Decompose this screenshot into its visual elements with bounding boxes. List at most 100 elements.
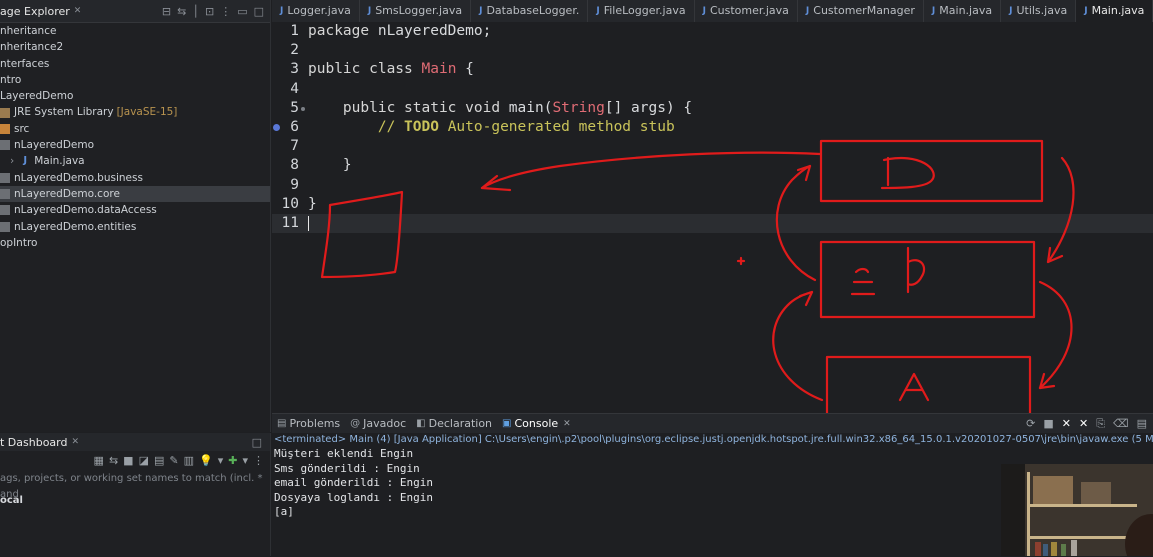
minimize-icon[interactable]: ▭ <box>237 5 247 18</box>
tree-item[interactable]: ntro <box>0 72 270 88</box>
collapse-all-icon[interactable]: ⊟ <box>162 5 171 18</box>
stop-icon[interactable]: ■ <box>123 454 133 467</box>
hierarchy-icon[interactable]: ▥ <box>184 454 194 467</box>
tree-item[interactable]: src <box>0 121 270 137</box>
tree-item[interactable]: opIntro <box>0 235 270 251</box>
list-icon[interactable]: ▤ <box>154 454 164 467</box>
console-tab[interactable]: @ Javadoc <box>345 417 411 430</box>
tree-item[interactable]: nLayeredDemo.core <box>0 185 270 203</box>
close-icon[interactable]: ✕ <box>563 419 571 429</box>
tree-item[interactable]: nLayeredDemo.business <box>0 170 270 186</box>
terminate-icon[interactable]: ■ <box>1043 417 1053 431</box>
editor-tab[interactable]: J DatabaseLogger. <box>471 0 589 22</box>
editor-tab-bar: J Logger.java J SmsLogger.java J DatabaseLogg… <box>272 0 1153 24</box>
tree-item[interactable]: nLayeredDemo <box>0 137 270 153</box>
code-token: public static void <box>342 99 509 116</box>
new-task-icon[interactable]: ▦ <box>94 454 104 467</box>
package-explorer-header: age Explorer ✕ ⊟ ⇆ │ ⊡ ⋮ ▭ □ <box>0 0 270 23</box>
code-line[interactable]: 6 // TODO Auto-generated method stub <box>272 118 1153 137</box>
tree-item-label: nheritance2 <box>0 41 64 54</box>
code-token: main( <box>508 99 553 116</box>
code-text: } <box>308 195 317 214</box>
problems-icon: ▤ <box>277 418 287 429</box>
code-token: package <box>308 23 378 39</box>
add-icon[interactable]: ✚ <box>228 454 237 467</box>
code-line[interactable]: 3 public class Main { <box>272 60 1153 79</box>
chevron-down-icon[interactable]: ▾ <box>218 454 224 467</box>
chevron-down-icon[interactable]: ▾ <box>242 454 248 467</box>
focus-icon[interactable]: ⊡ <box>205 5 214 18</box>
editor-tab[interactable]: J CustomerManager <box>798 0 924 22</box>
edit-icon[interactable]: ✎ <box>169 454 178 467</box>
code-line[interactable]: 10} <box>272 195 1153 214</box>
console-toolbar: ⟳ ■ ✕ ✕ ⎘ ⌫ ▤ <box>1026 417 1153 431</box>
tree-item[interactable]: › J Main.java <box>0 153 270 169</box>
editor-tab[interactable]: J Utils.java <box>1001 0 1077 22</box>
view-menu-icon[interactable]: ⋮ <box>253 454 264 467</box>
editor-tab[interactable]: J Main.java <box>924 0 1002 22</box>
remove-launch-icon[interactable]: ✕ <box>1062 417 1071 431</box>
code-editor[interactable]: 1 package nLayeredDemo; 2 3 public class Mai… <box>272 22 1153 410</box>
line-number: 4 <box>290 80 299 97</box>
view-menu-icon[interactable]: ⋮ <box>220 5 231 18</box>
tree-item-label: JRE System Library <box>14 106 114 119</box>
console-tab-label: Declaration <box>428 417 493 430</box>
code-line[interactable]: 4 <box>272 80 1153 99</box>
tree-item[interactable]: LayeredDemo <box>0 88 270 104</box>
code-text: package nLayeredDemo; <box>308 22 491 41</box>
webcam-image <box>1001 464 1153 556</box>
editor-tab[interactable]: J FileLogger.java <box>588 0 695 22</box>
editor-tab[interactable]: J Logger.java <box>272 0 360 22</box>
tree-item[interactable]: nheritance <box>0 23 270 39</box>
tree-item-label: nheritance <box>0 25 57 37</box>
maximize-icon[interactable]: □ <box>252 436 270 449</box>
close-icon[interactable]: ✕ <box>72 437 80 447</box>
code-token: Main <box>421 61 457 78</box>
code-line[interactable]: 2 <box>272 41 1153 60</box>
tree-item[interactable]: JRE System Library [JavaSE-15] <box>0 104 270 120</box>
editor-tab[interactable]: J Customer.java <box>695 0 798 22</box>
java-file-icon: J <box>805 6 810 16</box>
maximize-icon[interactable]: □ <box>254 5 264 18</box>
code-line[interactable]: 1 package nLayeredDemo; <box>272 22 1153 41</box>
package-explorer-panel: age Explorer ✕ ⊟ ⇆ │ ⊡ ⋮ ▭ □ nheritance n… <box>0 0 271 432</box>
editor-tab[interactable]: J Main.java <box>1076 0 1153 24</box>
console-tab[interactable]: ▣ Console ✕ <box>497 417 576 430</box>
code-line[interactable]: 8 } <box>272 156 1153 175</box>
refresh-icon[interactable]: ⟳ <box>1026 417 1035 431</box>
line-number: 3 <box>290 61 299 78</box>
editor-tab[interactable]: J SmsLogger.java <box>360 0 472 22</box>
tree-item[interactable]: nheritance2 <box>0 39 270 55</box>
console-tab[interactable]: ▤ Problems <box>272 417 345 430</box>
code-line[interactable]: 9 <box>272 176 1153 195</box>
tree-item[interactable]: nLayeredDemo.dataAccess <box>0 202 270 218</box>
chevron-right-icon[interactable]: › <box>10 153 14 169</box>
code-line[interactable]: 7 <box>272 137 1153 156</box>
remove-all-icon[interactable]: ✕ <box>1079 417 1088 431</box>
copy-icon[interactable]: ⎘ <box>1096 417 1105 431</box>
code-line[interactable]: 11 <box>272 214 1153 233</box>
link-editor-icon[interactable]: ⇆ <box>177 5 186 18</box>
schedule-icon[interactable]: ◪ <box>139 454 149 467</box>
tree-item-label: ntro <box>0 73 22 86</box>
fold-marker-icon[interactable] <box>301 106 305 111</box>
editor-tab-label: Main.java <box>1091 4 1145 17</box>
sync-icon[interactable]: ⇆ <box>109 454 118 467</box>
console-tab-label: Console <box>514 417 559 430</box>
tree-item[interactable]: nLayeredDemo.entities <box>0 219 270 235</box>
tree-item-label: nterfaces <box>0 57 50 70</box>
clear-console-icon[interactable]: ⌫ <box>1113 417 1129 431</box>
console-tab[interactable]: ◧ Declaration <box>411 417 497 430</box>
dashboard-toolbar: ▦ ⇆ ■ ◪ ▤ ✎ ▥ 💡 ▾ ✚ ▾ ⋮ <box>0 451 270 469</box>
dashboard-filter-input[interactable]: ags, projects, or working set names to m… <box>0 471 270 500</box>
close-icon[interactable]: ✕ <box>74 6 82 16</box>
lightbulb-icon[interactable]: 💡 <box>199 454 213 467</box>
library-version-tag: [JavaSE-15] <box>116 106 178 119</box>
code-token: public class <box>308 61 422 78</box>
webcam-overlay <box>1001 464 1153 556</box>
code-line[interactable]: 5 public static void main(String[] args)… <box>272 99 1153 118</box>
lock-icon[interactable]: ▤ <box>1137 417 1147 431</box>
tree-item[interactable]: nterfaces <box>0 56 270 72</box>
code-token: Auto-generated method stub <box>438 119 675 135</box>
